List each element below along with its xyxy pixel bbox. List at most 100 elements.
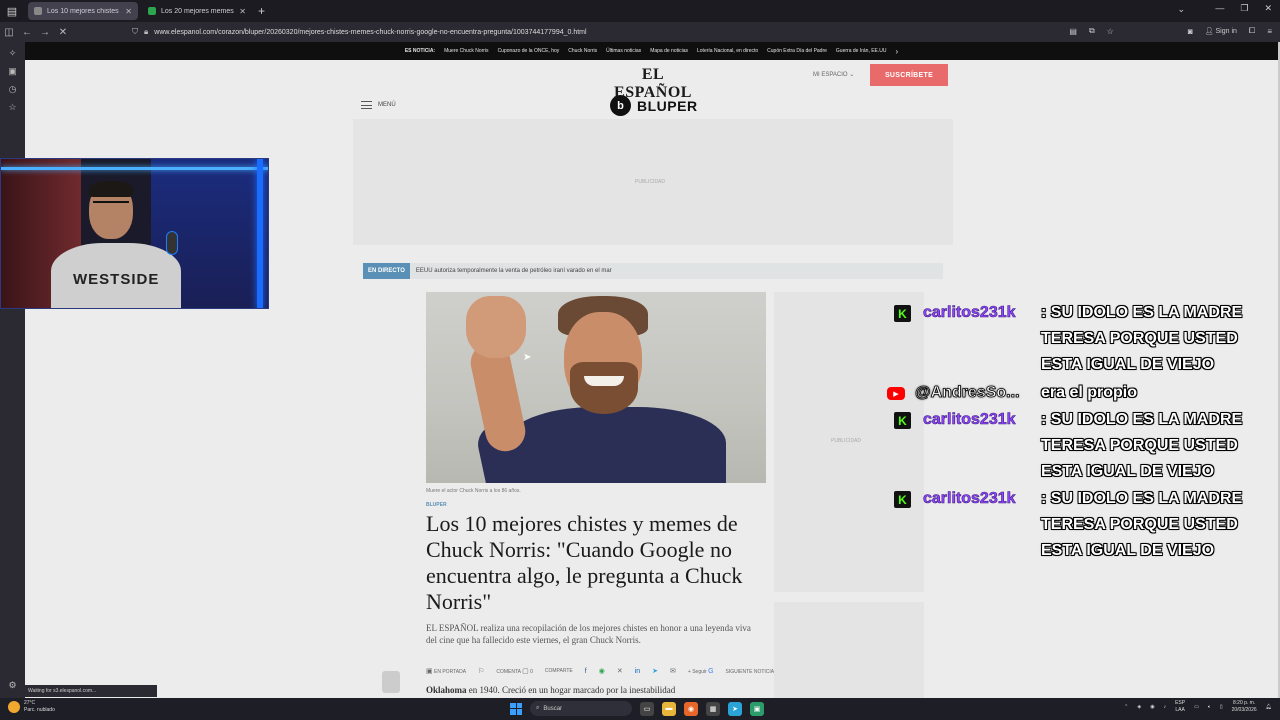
url-text[interactable]: www.elespanol.com/corazon/bluper/2026032… xyxy=(154,29,586,36)
close-tab-icon[interactable]: ✕ xyxy=(239,7,246,16)
history-icon[interactable]: ◷ xyxy=(0,84,25,96)
clock[interactable]: 8:20 p. m. 20/03/2026 xyxy=(1232,700,1257,714)
telegram-icon[interactable]: ➤ xyxy=(652,667,658,675)
forward-icon[interactable]: → xyxy=(36,27,54,38)
tab-active[interactable]: Los 10 mejores chistes y meme ✕ xyxy=(28,2,138,20)
news-link[interactable]: Cuponazo de la ONCE, hoy xyxy=(498,48,560,54)
article-photo[interactable]: ➤ xyxy=(426,292,766,483)
section-tag[interactable]: BLUPER xyxy=(426,502,447,508)
clock-time: 8:20 p. m. xyxy=(1233,700,1256,706)
weather-widget[interactable]: 27°C Parc. nublado xyxy=(8,700,55,714)
gear-icon[interactable]: ⚙ xyxy=(0,680,25,692)
news-link[interactable]: Mapa de noticias xyxy=(650,48,688,54)
firefox-icon[interactable]: ◉ xyxy=(684,701,698,716)
menu-icon[interactable]: ≡ xyxy=(1267,27,1272,36)
bluper-brand[interactable]: b BLUPER xyxy=(610,95,698,116)
stop-loading-icon[interactable]: ✕ xyxy=(54,27,72,38)
network-icon[interactable]: ▭ xyxy=(1194,704,1199,710)
tray-chevron-icon[interactable]: ⌃ xyxy=(1124,704,1128,710)
site-favicon-icon xyxy=(34,7,42,15)
shield-icon[interactable]: ⛉ xyxy=(132,27,138,37)
bookmark-icon[interactable]: ⚐ xyxy=(478,667,484,675)
follow-label: + Seguir xyxy=(687,668,707,675)
ad-sidebar[interactable]: PUBLICIDAD xyxy=(774,292,924,592)
news-link[interactable]: Lotería Nacional, en directo xyxy=(697,48,758,54)
browser-tabstrip: ▤ Los 10 mejores chistes y meme ✕ Los 20… xyxy=(0,0,1280,22)
kick-icon: K xyxy=(894,412,911,429)
search-icon: ⌕ xyxy=(536,705,540,711)
back-icon[interactable]: ← xyxy=(18,27,36,38)
comenta-button[interactable]: COMENTA ▢ 0 xyxy=(496,667,533,675)
tray-app-icon[interactable]: ◈ xyxy=(1137,704,1141,710)
en-portada-label: EN PORTADA xyxy=(434,669,467,675)
close-window-icon[interactable]: ✕ xyxy=(1264,3,1272,14)
news-link[interactable]: Chuck Norris xyxy=(568,48,597,54)
extensions-icon[interactable]: ⧠ xyxy=(1249,26,1255,36)
news-link[interactable]: Guerra de Irán, EE.UU xyxy=(836,48,887,54)
news-ticker-lead: ES NOTICIA: xyxy=(404,48,436,54)
body-link[interactable]: Oklahoma xyxy=(426,685,467,695)
synced-tabs-icon[interactable]: ▣ xyxy=(0,66,25,78)
tab-inactive[interactable]: Los 20 mejores memes de Chu ✕ xyxy=(142,2,252,20)
chat-text: : SU IDOLO ES LA MADRE TERESA PORQUE UST… xyxy=(1041,490,1243,559)
lock-icon[interactable]: 🔒︎ xyxy=(144,27,148,37)
chevron-right-icon[interactable]: › xyxy=(896,47,899,56)
tray-app-icon[interactable]: ◉ xyxy=(1150,704,1154,710)
store-icon[interactable]: ▦ xyxy=(706,701,720,716)
language-code: ESP xyxy=(1175,700,1186,706)
news-link[interactable]: Cupón Extra Día del Padre xyxy=(767,48,827,54)
sidebar-toggle-icon[interactable]: ◫ xyxy=(0,27,18,38)
windows-start-icon[interactable] xyxy=(510,702,522,715)
live-news-text[interactable]: EEUU autoriza temporalmente la venta de … xyxy=(416,268,612,274)
comment-count: 0 xyxy=(530,669,533,675)
microphone-icon xyxy=(166,231,178,255)
browser-navbar: ◫ ← → ✕ ⛉ 🔒︎ www.elespanol.com/corazon/b… xyxy=(0,22,1280,42)
x-icon[interactable]: ✕ xyxy=(617,667,623,675)
reader-view-icon[interactable]: ▤ xyxy=(1069,27,1077,36)
mi-espacio-label: MI ESPACIO xyxy=(813,72,848,78)
telegram-app-icon[interactable]: ➤ xyxy=(728,701,742,716)
url-bar[interactable]: ⛉ 🔒︎ www.elespanol.com/corazon/bluper/20… xyxy=(132,24,1132,40)
bluper-label: BLUPER xyxy=(637,97,698,114)
bookmarks-icon[interactable]: ☆ xyxy=(0,102,25,114)
site-favicon-icon xyxy=(148,7,156,15)
task-view-icon[interactable]: ▭ xyxy=(640,701,654,716)
follow-google-button[interactable]: + Seguir G xyxy=(688,668,714,675)
subscribe-button[interactable]: SUSCRÍBETE xyxy=(870,64,948,86)
language-indicator[interactable]: ESP LAA xyxy=(1175,700,1185,714)
close-tab-icon[interactable]: ✕ xyxy=(125,7,132,16)
battery-icon[interactable]: ▯ xyxy=(1220,704,1223,710)
obs-app-icon[interactable]: ▣ xyxy=(750,701,764,716)
whatsapp-icon[interactable]: ◉ xyxy=(599,667,605,675)
page-action-icon[interactable]: ⧉ xyxy=(1089,26,1095,36)
facebook-icon[interactable]: f xyxy=(585,668,587,675)
email-icon[interactable]: ✉ xyxy=(670,667,676,675)
news-link[interactable]: Muere Chuck Norris xyxy=(444,48,488,54)
tab-overflow-chevron-icon[interactable]: ⌄ xyxy=(1177,4,1185,15)
linkedin-icon[interactable]: in xyxy=(635,668,640,675)
mi-espacio-dropdown[interactable]: MI ESPACIO ⌄ xyxy=(813,71,854,78)
menu-button[interactable]: MENÚ xyxy=(361,101,396,109)
maximize-icon[interactable]: ❐ xyxy=(1240,3,1248,14)
volume-icon[interactable]: 🔈︎ xyxy=(1208,704,1211,710)
ai-chat-icon[interactable]: ✧ xyxy=(0,48,25,60)
screenshot-icon[interactable]: ◙ xyxy=(1188,27,1193,36)
bookmark-star-icon[interactable]: ☆ xyxy=(1107,27,1114,36)
ad-banner-top[interactable]: PUBLICIDAD xyxy=(353,119,953,245)
news-link[interactable]: Últimas noticias xyxy=(606,48,641,54)
notifications-icon[interactable]: 🔔︎ xyxy=(1266,704,1272,710)
live-news-bar[interactable]: EN DIRECTO EEUU autoriza temporalmente l… xyxy=(363,263,943,279)
author-avatar[interactable] xyxy=(382,671,400,693)
ad-sidebar-2[interactable] xyxy=(774,602,924,698)
minimize-icon[interactable]: — xyxy=(1215,3,1224,14)
news-ticker: ES NOTICIA: Muere Chuck Norris Cuponazo … xyxy=(25,42,1278,60)
en-portada-button[interactable]: ▣ EN PORTADA xyxy=(426,667,466,675)
weather-desc: Parc. nublado xyxy=(24,707,55,713)
new-tab-button[interactable]: + xyxy=(258,4,265,18)
tab-list-icon[interactable]: ▤ xyxy=(0,0,24,22)
taskbar-search[interactable]: ⌕ Buscar xyxy=(530,701,632,716)
next-article-button[interactable]: SIGUIENTE NOTICIA › xyxy=(726,668,778,675)
sign-in-button[interactable]: 👤︎ Sign in xyxy=(1205,27,1237,35)
microphone-tray-icon[interactable]: ♪ xyxy=(1164,704,1167,710)
file-explorer-icon[interactable]: ▬ xyxy=(662,701,676,716)
